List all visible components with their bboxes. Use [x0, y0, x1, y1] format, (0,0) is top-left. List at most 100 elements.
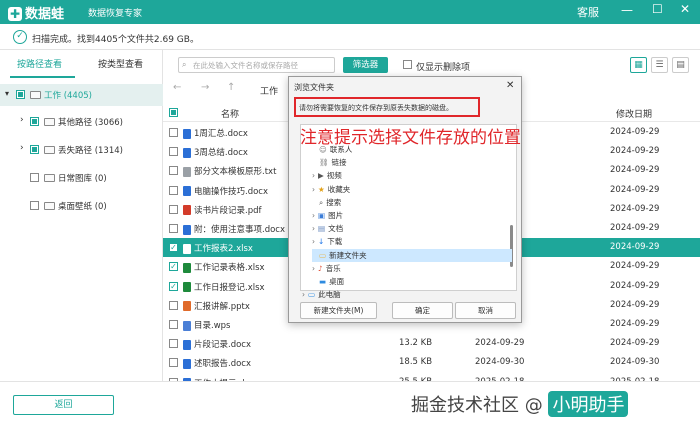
- tree-checkbox[interactable]: [16, 90, 25, 99]
- expand-arrow-icon[interactable]: ›: [312, 237, 315, 246]
- expand-arrow-icon[interactable]: ›: [312, 185, 315, 194]
- row-checkbox[interactable]: [169, 224, 178, 233]
- folder-tree-item[interactable]: › ▭ 此电脑: [302, 288, 502, 301]
- row-checkbox[interactable]: [169, 300, 178, 310]
- tree-item-work[interactable]: ▾ 工作 (4405): [0, 84, 163, 106]
- folder-tree-item[interactable]: ▭ 新建文件夹: [312, 248, 512, 262]
- file-name-cell: 工作记录表格.xlsx: [183, 261, 265, 273]
- file-modified-date: 2024-09-29: [610, 146, 660, 157]
- back-button[interactable]: 返回: [13, 395, 114, 415]
- table-row[interactable]: 片段记录.docx 13.2 KB 2024-09-29 2024-09-29: [163, 334, 700, 353]
- expand-arrow-icon[interactable]: ›: [312, 211, 315, 220]
- up-arrow-icon[interactable]: ↑: [227, 82, 235, 93]
- link-icon: ⛓: [319, 158, 329, 168]
- row-checkbox[interactable]: [169, 166, 178, 176]
- forward-arrow-icon[interactable]: →: [201, 82, 209, 93]
- row-checkbox[interactable]: [169, 147, 178, 157]
- current-path: 工作: [260, 87, 279, 97]
- row-checkbox[interactable]: [169, 185, 178, 195]
- file-modified-date: 2024-09-29: [610, 338, 660, 349]
- dialog-close-icon[interactable]: ✕: [506, 80, 514, 91]
- file-name: 读书片段记录.pdf: [194, 205, 262, 216]
- row-checkbox[interactable]: [169, 339, 178, 349]
- grid-view-icon[interactable]: ▦: [630, 57, 647, 73]
- folder-tree-item[interactable]: › ▶ 视频: [312, 169, 512, 182]
- table-row[interactable]: 述职报告.docx 18.5 KB 2024-09-30 2024-09-30: [163, 353, 700, 372]
- scan-status-bar: ✓ 扫描完成。找到4405个文件共2.69 GB。: [0, 24, 700, 50]
- folder-tree-item[interactable]: › ▣ 图片: [312, 209, 512, 222]
- row-checkbox[interactable]: [169, 204, 178, 214]
- txt-file-icon: [183, 166, 191, 177]
- tree-checkbox[interactable]: [30, 117, 39, 126]
- expand-arrow-icon[interactable]: ›: [302, 290, 305, 299]
- pc-icon: ▭: [308, 290, 316, 300]
- tree-item-label: 其他路径 (3066): [58, 118, 123, 128]
- close-icon[interactable]: ✕: [680, 2, 690, 16]
- dialog-warning-text: 请勿将需要恢复的文件保存到原丢失数据的磁盘。: [299, 104, 453, 112]
- service-button[interactable]: 客服: [577, 4, 599, 20]
- cancel-button[interactable]: 取消: [455, 302, 516, 319]
- tree-checkbox[interactable]: [30, 201, 39, 210]
- back-arrow-icon[interactable]: ←: [173, 82, 181, 93]
- tree-item-desktop-wallpaper[interactable]: 桌面壁纸 (0): [0, 195, 163, 217]
- tree-item-other-paths[interactable]: › 其他路径 (3066): [0, 111, 163, 133]
- folder-tree-item[interactable]: › ↓ 下载: [312, 235, 512, 248]
- video-icon: ▶: [318, 171, 324, 181]
- watermark-text: 掘金技术社区 @: [411, 395, 549, 416]
- list-view-icon[interactable]: ☰: [651, 57, 668, 73]
- folder-tree-item[interactable]: › ♪ 音乐: [312, 262, 512, 275]
- search-input[interactable]: ⌕ 在此处输入文件名称或保存路径: [178, 57, 335, 73]
- file-name-cell: 电脑操作技巧.docx: [183, 185, 268, 197]
- star-icon: ★: [318, 184, 325, 194]
- new-folder-button[interactable]: 新建文件夹(M): [300, 302, 377, 319]
- detail-view-icon[interactable]: ▤: [672, 57, 689, 73]
- folder-tree-item[interactable]: › ▤ 文档: [312, 222, 512, 235]
- maximize-icon[interactable]: ☐: [652, 2, 663, 16]
- expand-arrow-icon[interactable]: ›: [312, 224, 315, 233]
- modified-column-header[interactable]: 修改日期: [616, 107, 652, 120]
- tree-checkbox[interactable]: [30, 145, 39, 154]
- select-all-checkbox[interactable]: [169, 108, 178, 117]
- minimize-icon[interactable]: —: [621, 3, 633, 17]
- tree-item-daily-gallery[interactable]: 日常图库 (0): [0, 167, 163, 189]
- row-checkbox[interactable]: ✓: [169, 243, 178, 253]
- folder-icon: ▭: [319, 250, 327, 260]
- name-column-header[interactable]: 名称: [221, 107, 239, 120]
- folder-tree-label: 下载: [327, 237, 343, 247]
- tree-checkbox[interactable]: [30, 173, 39, 182]
- folder-tree-item[interactable]: ▬ 桌面: [312, 275, 512, 288]
- expand-arrow-icon[interactable]: ›: [312, 264, 315, 273]
- folder-tree-item[interactable]: ⌕ 搜索: [312, 196, 512, 209]
- row-checkbox[interactable]: ✓: [169, 262, 178, 272]
- folder-tree-label: 新建文件夹: [329, 250, 367, 260]
- file-name-cell: 工作日报登记.xlsx: [183, 281, 265, 293]
- search-placeholder: 在此处输入文件名称或保存路径: [193, 61, 298, 70]
- row-checkbox[interactable]: [169, 128, 178, 137]
- tab-by-path[interactable]: 按路径查看: [17, 57, 62, 70]
- app-subtitle: 数据恢复专家: [88, 9, 143, 19]
- row-checkbox[interactable]: ✓: [169, 281, 178, 291]
- file-name-cell: 汇报讲解.pptx: [183, 300, 250, 312]
- only-deleted-checkbox[interactable]: [403, 60, 412, 69]
- expand-arrow-icon[interactable]: ›: [20, 115, 24, 125]
- folder-tree-item[interactable]: ⛓ 链接: [312, 156, 512, 169]
- file-name-cell: 附：使用注意事项.docx: [183, 223, 285, 235]
- folder-tree-item[interactable]: › ★ 收藏夹: [312, 183, 512, 196]
- row-checkbox[interactable]: [169, 320, 178, 329]
- watermark: 掘金技术社区 @ 小明助手: [411, 391, 629, 417]
- expand-arrow-icon[interactable]: ›: [20, 143, 24, 153]
- row-checkbox[interactable]: [169, 358, 178, 368]
- tab-by-type[interactable]: 按类型查看: [98, 57, 143, 70]
- file-modified-date: 2024-09-29: [610, 261, 660, 272]
- word-file-icon: [183, 224, 191, 235]
- collapse-arrow-icon[interactable]: ▾: [5, 89, 9, 98]
- file-modified-date: 2024-09-29: [610, 184, 660, 195]
- file-name: 汇报讲解.pptx: [194, 301, 250, 312]
- ok-button[interactable]: 确定: [392, 302, 453, 319]
- filter-button[interactable]: 筛选器: [343, 57, 388, 73]
- file-size: 13.2 KB: [399, 338, 433, 349]
- file-created-date: 2024-09-29: [475, 338, 525, 349]
- expand-arrow-icon[interactable]: ›: [312, 171, 315, 180]
- tree-item-lost-paths[interactable]: › 丢失路径 (1314): [0, 139, 163, 161]
- file-name: 附：使用注意事项.docx: [194, 225, 286, 235]
